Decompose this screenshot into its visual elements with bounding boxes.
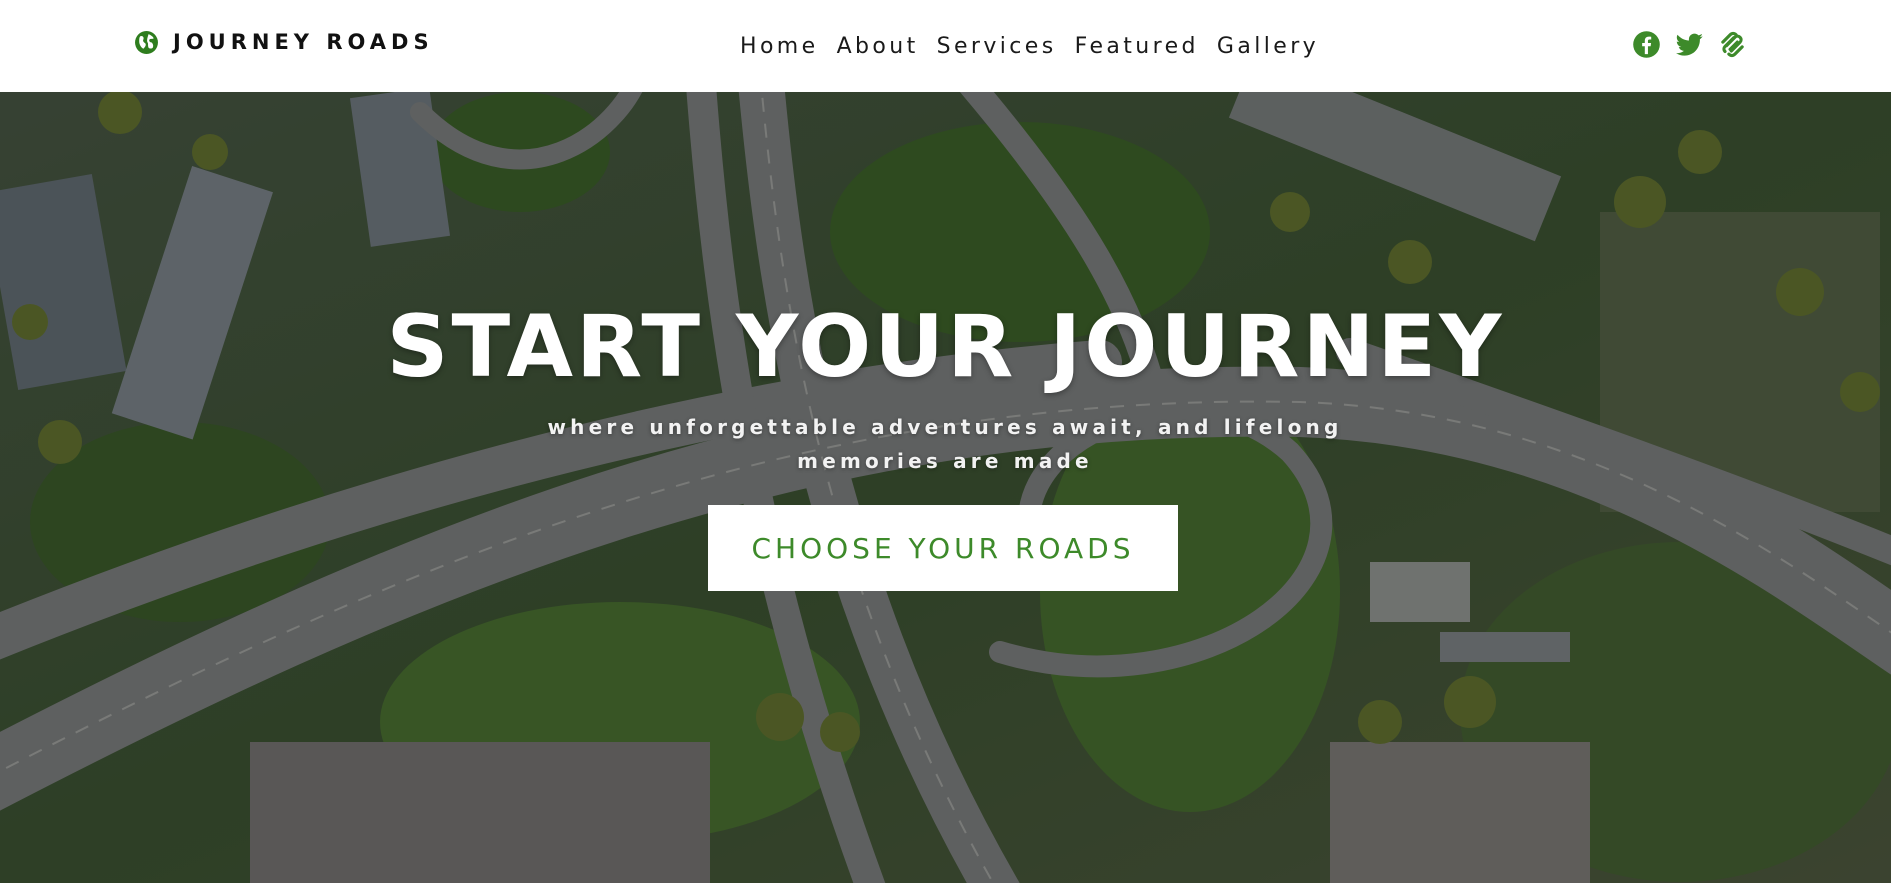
hero-section: START YOUR JOURNEY where unforgettable a… [0,92,1891,883]
twitter-icon[interactable] [1675,30,1704,59]
choose-roads-button[interactable]: CHOOSE YOUR ROADS [708,505,1178,591]
site-header: JOURNEY ROADS Home About Services Featur… [0,0,1891,92]
hero-overlay [0,92,1891,883]
facebook-icon[interactable] [1632,30,1661,59]
social-links [1632,29,1747,59]
main-nav: Home About Services Featured Gallery [740,30,1319,62]
nav-item-featured[interactable]: Featured [1075,34,1199,59]
hero-title: START YOUR JOURNEY [386,297,1505,397]
nav-item-about[interactable]: About [837,34,919,59]
nav-item-services[interactable]: Services [937,34,1057,59]
squarespace-icon[interactable] [1718,30,1747,59]
brand-name: JOURNEY ROADS [173,30,434,54]
nav-item-gallery[interactable]: Gallery [1217,34,1319,59]
globe-icon [135,30,158,54]
hero-subtitle: where unforgettable adventures await, an… [547,415,1343,473]
brand-logo[interactable]: JOURNEY ROADS [134,28,434,56]
nav-item-home[interactable]: Home [740,34,819,59]
